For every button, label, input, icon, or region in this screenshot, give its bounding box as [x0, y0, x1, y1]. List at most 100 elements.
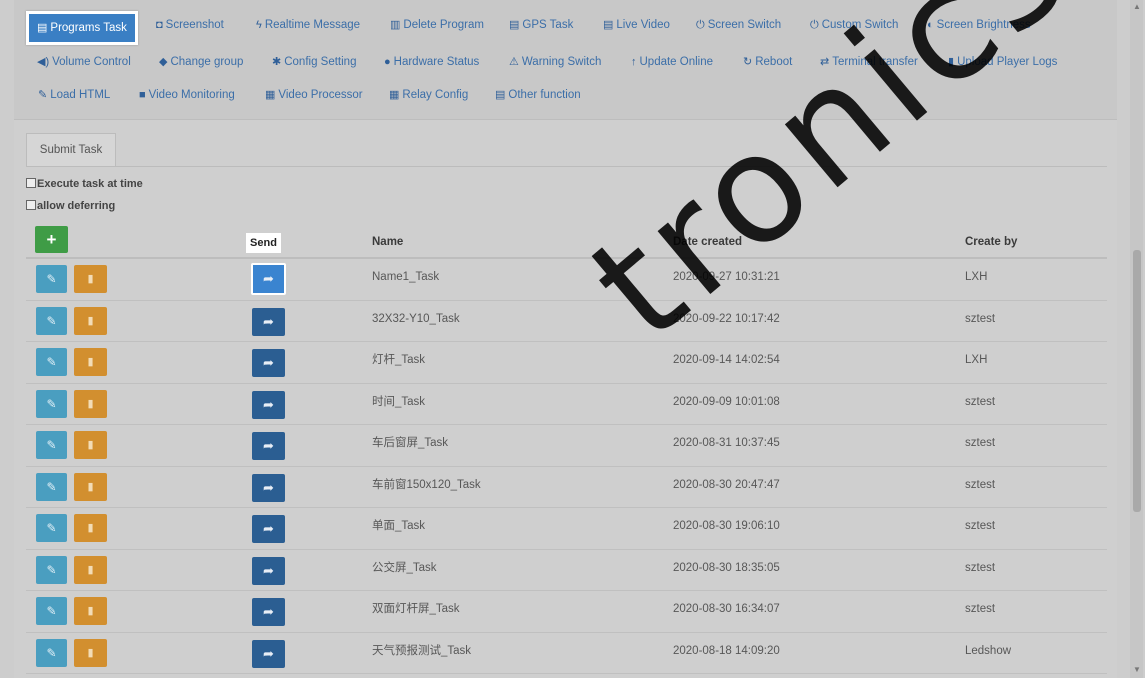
edit-button[interactable]: ✎: [36, 555, 67, 584]
created-by: sztest: [965, 437, 996, 449]
task-name: 双面灯杆屏_Task: [372, 603, 460, 615]
toolbar-custom-switch-button[interactable]: ⏻ Custom Switch: [810, 12, 898, 38]
add-task-button[interactable]: +: [35, 226, 68, 253]
toolbar-screen-brightness-button[interactable]: ◐ Screen Brightness: [927, 12, 1031, 38]
delete-button[interactable]: ▮: [74, 597, 107, 625]
send-button[interactable]: ➦: [252, 598, 285, 626]
share-arrow-icon: ➦: [263, 521, 274, 536]
vertical-scrollbar[interactable]: ▲ ▼: [1130, 0, 1143, 678]
scroll-up-arrow-icon[interactable]: ▲: [1133, 2, 1141, 11]
table-row: ✎ ▮ ➦ 天气预报测试_Task 2020-08-18 14:09:20 Ledshow: [26, 633, 1107, 674]
trash-icon: ▮: [87, 480, 94, 493]
created-by: sztest: [965, 561, 996, 574]
toolbar-other-function-button[interactable]: ▤ Other function: [495, 82, 581, 108]
task-name: 时间_Task: [372, 395, 426, 408]
toolbar-reboot-button[interactable]: ↻ Reboot: [743, 49, 792, 75]
delete-button[interactable]: ▮: [74, 555, 107, 584]
power-icon: ⏻: [696, 19, 705, 31]
date-created: 2020-08-31 10:37:45: [673, 437, 780, 449]
scroll-down-arrow-icon[interactable]: ▼: [1133, 665, 1141, 674]
contrast-icon: ◐: [927, 19, 934, 31]
table-row: ✎ ▮ ➦ 公交屏_Task 2020-08-30 18:35:05 sztest: [26, 550, 1107, 591]
share-arrow-icon: ➦: [263, 438, 274, 453]
send-button[interactable]: ➦: [252, 473, 285, 502]
delete-button[interactable]: ▮: [74, 265, 107, 293]
share-arrow-icon: ➦: [263, 562, 274, 578]
toolbar-realtime-message-button[interactable]: ϟ Realtime Message: [256, 12, 360, 38]
toolbar-live-video-button[interactable]: ▤ Live Video: [603, 12, 670, 38]
trash-icon: ▮: [87, 397, 94, 410]
delete-button[interactable]: ▮: [74, 514, 107, 542]
film-icon: ▤: [603, 19, 614, 31]
toolbar-volume-control-button[interactable]: ◀) Volume Control: [37, 49, 131, 75]
toolbar-load-html-button[interactable]: ✎ Load HTML: [38, 82, 110, 108]
power-icon: ⏻: [810, 19, 819, 31]
toolbar-terminal-transfer-button[interactable]: ⇄ Terminal transfer: [820, 49, 918, 75]
table-row: ✎ ▮ ➦ 车后窗屏_Task 2020-08-31 10:37:45 sztest: [26, 425, 1107, 467]
date-created: 2020-09-27 10:31:21: [673, 271, 780, 283]
execute-at-time-option[interactable]: Execute task at time: [26, 178, 143, 190]
send-button[interactable]: ➦: [252, 390, 285, 419]
edit-button[interactable]: ✎: [36, 638, 67, 667]
send-button[interactable]: ➦: [252, 349, 285, 377]
toolbar-item-label: Screenshot: [165, 19, 224, 31]
edit-button[interactable]: ✎: [36, 597, 67, 625]
toolbar-item-label: Relay Config: [402, 89, 469, 101]
edit-icon: ✎: [46, 562, 57, 577]
edit-button[interactable]: ✎: [36, 389, 67, 418]
table-row: ✎ ▮ ➦ 双面灯杆屏_Task 2020-08-30 16:34:07 sztest: [26, 591, 1107, 633]
toolbar-row-3: ✎ Load HTML ■ Video Monitoring ▦ Video Proces…: [14, 82, 1117, 110]
task-name: 单面_Task: [372, 520, 426, 532]
send-button[interactable]: ➦: [252, 556, 285, 585]
table-row: ✎ ▮ ➦ 32X32-Y10_Task 2020-09-22 10:17:42 szte…: [26, 301, 1107, 342]
date-created: 2020-08-18 14:09:20: [673, 644, 780, 657]
grid-icon: ▦: [265, 89, 276, 101]
toolbar-change-group-button[interactable]: ◆ Change group: [159, 49, 243, 75]
edit-icon: ✎: [46, 438, 57, 452]
send-button[interactable]: ➦: [251, 263, 286, 295]
created-by: sztest: [965, 478, 996, 491]
toolbar-video-monitoring-button[interactable]: ■ Video Monitoring: [139, 82, 235, 108]
transfer-icon: ⇄: [820, 56, 830, 68]
edit-icon: ✎: [46, 604, 57, 618]
toolbar-programs-task-button[interactable]: ▤ Programs Task: [26, 11, 138, 45]
edit-button[interactable]: ✎: [36, 348, 67, 376]
toolbar-item-label: Video Monitoring: [148, 89, 235, 101]
toolbar-config-setting-button[interactable]: ✱ Config Setting: [272, 49, 356, 75]
toolbar-warning-switch-button[interactable]: ⚠ Warning Switch: [509, 49, 601, 75]
edit-icon: ✎: [46, 313, 57, 328]
allow-deferring-option[interactable]: allow deferring: [26, 200, 115, 212]
toolbar-item-label: GPS Task: [522, 19, 574, 31]
send-button[interactable]: ➦: [252, 515, 285, 543]
tab-submit-task[interactable]: Submit Task: [26, 133, 116, 167]
delete-button[interactable]: ▮: [74, 348, 107, 376]
execute-at-time-checkbox[interactable]: [26, 178, 36, 188]
toolbar-relay-config-button[interactable]: ▦ Relay Config: [389, 82, 468, 108]
toolbar-screenshot-button[interactable]: ◘ Screenshot: [156, 12, 224, 38]
toolbar-screen-switch-button[interactable]: ⏻ Screen Switch: [696, 12, 781, 38]
allow-deferring-checkbox[interactable]: [26, 200, 36, 210]
share-arrow-icon: ➦: [263, 313, 274, 329]
delete-button[interactable]: ▮: [74, 638, 107, 667]
delete-button[interactable]: ▮: [74, 389, 107, 418]
edit-button[interactable]: ✎: [36, 265, 67, 293]
edit-button[interactable]: ✎: [36, 431, 67, 459]
edit-button[interactable]: ✎: [36, 472, 67, 501]
toolbar-upload-player-logs-button[interactable]: ▮ Upload Player Logs: [948, 49, 1057, 75]
delete-button[interactable]: ▮: [74, 306, 107, 335]
send-button[interactable]: ➦: [252, 307, 285, 336]
send-column-header: Send: [246, 233, 281, 253]
delete-button[interactable]: ▮: [74, 472, 107, 501]
scrollbar-thumb[interactable]: [1133, 250, 1141, 512]
toolbar-hardware-status-button[interactable]: ● Hardware Status: [384, 49, 479, 75]
send-button[interactable]: ➦: [252, 432, 285, 460]
edit-button[interactable]: ✎: [36, 306, 67, 335]
toolbar-update-online-button[interactable]: ↑ Update Online: [631, 49, 713, 75]
send-button[interactable]: ➦: [252, 639, 285, 668]
toolbar-video-processor-button[interactable]: ▦ Video Processor: [265, 82, 363, 108]
edit-button[interactable]: ✎: [36, 514, 67, 542]
delete-button[interactable]: ▮: [74, 431, 107, 459]
edit-icon: ✎: [46, 479, 57, 494]
toolbar-delete-program-button[interactable]: ▥ Delete Program: [390, 12, 484, 38]
toolbar-gps-task-button[interactable]: ▤ GPS Task: [509, 12, 573, 38]
